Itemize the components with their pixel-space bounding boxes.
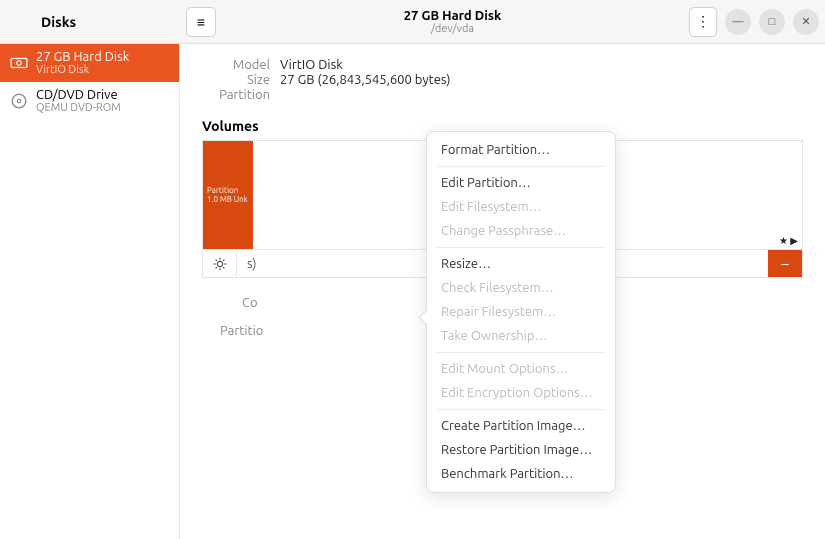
menu-resize[interactable]: Resize…	[427, 252, 615, 276]
menu-separator	[437, 352, 605, 353]
minimize-button[interactable]: —	[725, 9, 751, 35]
info-row-size: Size 27 GB (26,843,545,600 bytes)	[202, 73, 803, 87]
play-icon: ▶	[790, 235, 798, 246]
maximize-icon: □	[769, 16, 776, 28]
sidebar-item-sub: VirtIO Disk	[36, 64, 129, 76]
model-value: VirtIO Disk	[280, 58, 803, 72]
menu-benchmark-partition[interactable]: Benchmark Partition…	[427, 462, 615, 486]
info-row-partitioning: Partition	[202, 88, 803, 102]
sidebar-item-name: 27 GB Hard Disk	[36, 50, 129, 64]
drive-menu-button[interactable]: ⋮	[689, 7, 717, 37]
titlebar: Disks ≡ 27 GB Hard Disk /dev/vda ⋮ — □ ✕	[0, 0, 825, 44]
main: 27 GB Hard Disk VirtIO Disk CD/DVD Drive…	[0, 44, 825, 539]
maximize-button[interactable]: □	[759, 9, 785, 35]
vol-left-name: Partition	[207, 186, 249, 195]
title-left: Disks	[6, 14, 186, 30]
sidebar-item-cd-dvd[interactable]: CD/DVD Drive QEMU DVD-ROM	[0, 82, 179, 120]
model-label: Model	[202, 58, 280, 72]
delete-partition-button[interactable]: −	[768, 250, 802, 277]
menu-restore-partition-image[interactable]: Restore Partition Image…	[427, 438, 615, 462]
menu-edit-mount-options: Edit Mount Options…	[427, 357, 615, 381]
hard-disk-icon	[10, 54, 28, 72]
menu-repair-filesystem: Repair Filesystem…	[427, 300, 615, 324]
volume-options-button[interactable]	[203, 250, 237, 277]
partitioning-value	[280, 88, 803, 102]
menu-edit-partition[interactable]: Edit Partition…	[427, 171, 615, 195]
size-label: Size	[202, 73, 280, 87]
contents-label: Co	[242, 296, 258, 310]
menu-edit-encryption-options: Edit Encryption Options…	[427, 381, 615, 405]
gear-icon	[213, 257, 227, 271]
sidebar: 27 GB Hard Disk VirtIO Disk CD/DVD Drive…	[0, 44, 180, 539]
partitioning-label: Partition	[202, 88, 280, 102]
partition-options-popup: Format Partition… Edit Partition… Edit F…	[426, 131, 616, 493]
close-button[interactable]: ✕	[793, 9, 819, 35]
volume-partition-1[interactable]: Partition 1.0 MB Unk	[203, 141, 253, 249]
menu-create-partition-image[interactable]: Create Partition Image…	[427, 414, 615, 438]
menu-edit-filesystem: Edit Filesystem…	[427, 195, 615, 219]
hamburger-button[interactable]: ≡	[186, 7, 216, 37]
hamburger-icon: ≡	[197, 14, 205, 30]
sidebar-item-sub: QEMU DVD-ROM	[36, 102, 121, 114]
disk-title: 27 GB Hard Disk	[216, 9, 689, 23]
partition-type-label: Partitio	[220, 324, 263, 338]
close-icon: ✕	[801, 15, 810, 28]
info-row-model: Model VirtIO Disk	[202, 58, 803, 72]
vol-left-size: 1.0 MB Unk	[207, 195, 249, 204]
menu-format-partition[interactable]: Format Partition…	[427, 138, 615, 162]
menu-separator	[437, 166, 605, 167]
star-icon: ★	[779, 235, 788, 246]
menu-separator	[437, 409, 605, 410]
volume-indicators: ★ ▶	[779, 235, 798, 247]
app-name: Disks	[41, 14, 76, 30]
minus-icon: −	[780, 255, 789, 273]
sidebar-item-text: CD/DVD Drive QEMU DVD-ROM	[36, 88, 121, 114]
size-value: 27 GB (26,843,545,600 bytes)	[280, 73, 803, 87]
cd-icon	[10, 92, 28, 110]
menu-change-passphrase: Change Passphrase…	[427, 219, 615, 243]
title-center: 27 GB Hard Disk /dev/vda	[216, 9, 689, 35]
menu-take-ownership: Take Ownership…	[427, 324, 615, 348]
sidebar-item-text: 27 GB Hard Disk VirtIO Disk	[36, 50, 129, 76]
menu-separator	[437, 247, 605, 248]
title-right: ⋮ — □ ✕	[689, 7, 819, 37]
minimize-icon: —	[733, 16, 744, 28]
sidebar-item-name: CD/DVD Drive	[36, 88, 121, 102]
sidebar-item-hard-disk[interactable]: 27 GB Hard Disk VirtIO Disk	[0, 44, 179, 82]
kebab-icon: ⋮	[696, 13, 710, 30]
dev-path: /dev/vda	[216, 23, 689, 35]
menu-check-filesystem: Check Filesystem…	[427, 276, 615, 300]
content: Model VirtIO Disk Size 27 GB (26,843,545…	[180, 44, 825, 539]
